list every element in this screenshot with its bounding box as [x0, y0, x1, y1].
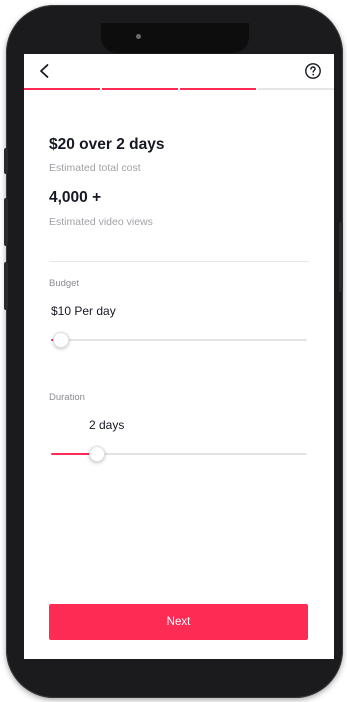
- progress-step: [102, 88, 178, 90]
- estimated-cost-value: $20 over 2 days: [49, 136, 165, 153]
- progress-step: [180, 88, 256, 90]
- duration-value: 2 days: [89, 418, 125, 432]
- duration-slider-thumb[interactable]: [89, 446, 106, 462]
- estimated-views-label: Estimated video views: [49, 216, 153, 228]
- duration-slider[interactable]: [51, 445, 307, 463]
- top-bar: [24, 54, 334, 88]
- volume-down-button: [4, 262, 8, 310]
- estimated-views-value: 4,000 +: [49, 189, 102, 206]
- budget-label: Budget: [49, 278, 80, 289]
- volume-up-button: [4, 198, 8, 246]
- estimated-cost-label: Estimated total cost: [49, 162, 141, 174]
- section-divider: [49, 261, 309, 262]
- progress-step: [258, 88, 334, 90]
- app-screen: $20 over 2 days Estimated total cost 4,0…: [24, 54, 334, 659]
- budget-slider-track: [51, 339, 307, 341]
- next-button[interactable]: Next: [49, 604, 308, 640]
- question-circle-icon[interactable]: [304, 62, 322, 80]
- step-progress-bar: [24, 88, 334, 90]
- budget-slider-thumb[interactable]: [53, 332, 70, 348]
- budget-value: $10 Per day: [51, 304, 116, 318]
- front-camera: [136, 34, 141, 39]
- mute-switch: [4, 148, 8, 174]
- power-button: [339, 222, 343, 292]
- budget-slider[interactable]: [51, 331, 307, 349]
- phone-notch: [101, 23, 249, 53]
- duration-label: Duration: [49, 392, 85, 403]
- chevron-left-icon[interactable]: [36, 62, 54, 80]
- progress-step: [24, 88, 100, 90]
